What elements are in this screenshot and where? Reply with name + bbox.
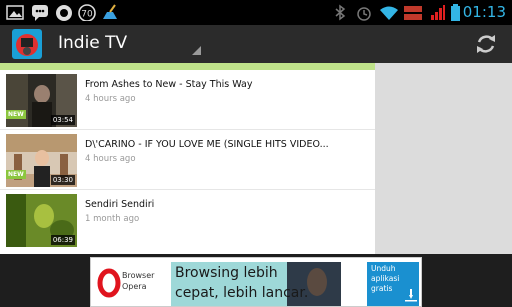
bbm-icon (32, 5, 48, 21)
ad-cta-line1: Unduh (371, 264, 396, 273)
video-thumbnail[interactable]: 06:39 (6, 194, 77, 247)
video-thumbnail[interactable]: NEW 03:54 (6, 74, 77, 127)
ad-cta-line3: gratis (371, 284, 393, 293)
list-header-bar (0, 63, 375, 70)
duration-label: 06:39 (50, 235, 75, 245)
ad-headline-line1: Browsing lebih (175, 265, 278, 281)
status-bar: 70 01:13 (0, 0, 512, 25)
video-time: 4 hours ago (85, 94, 136, 104)
list-item[interactable]: 06:39 Sendiri Sendiri 1 month ago (0, 190, 375, 250)
clock: 01:13 (462, 3, 506, 21)
video-title: D\'CARINO - IF YOU LOVE ME (SINGLE HITS … (85, 139, 329, 150)
ad-headline-line2: cepat, lebih lancar. (175, 285, 309, 301)
app-logo-icon[interactable] (12, 29, 42, 59)
video-thumbnail[interactable]: NEW 03:30 (6, 134, 77, 187)
refresh-icon[interactable] (474, 32, 498, 56)
video-title: From Ashes to New - Stay This Way (85, 79, 253, 90)
wifi-icon (380, 6, 398, 20)
ad-area: Browser Opera Browsing lebih cepat, lebi… (0, 254, 512, 307)
battery-icon (451, 4, 460, 21)
bluetooth-icon (335, 4, 346, 21)
app-title[interactable]: Indie TV (58, 33, 127, 53)
video-list: NEW 03:54 From Ashes to New - Stay This … (0, 63, 375, 254)
data-traffic-icon (404, 6, 422, 20)
dropdown-indicator-icon[interactable] (192, 46, 201, 55)
ad-cta-line2: aplikasi (371, 274, 400, 283)
list-item[interactable]: NEW 03:30 D\'CARINO - IF YOU LOVE ME (SI… (0, 130, 375, 190)
duration-label: 03:54 (50, 115, 75, 125)
video-title: Sendiri Sendiri (85, 199, 155, 210)
gallery-icon (6, 5, 24, 20)
signal-icon (431, 5, 445, 20)
new-badge: NEW (6, 170, 26, 179)
duration-label: 03:30 (50, 175, 75, 185)
ad-brand-line1: Browser (122, 271, 155, 280)
new-badge: NEW (6, 110, 26, 119)
alarm-icon (357, 7, 371, 21)
notif-badge: 70 (81, 10, 93, 20)
ad-banner[interactable]: Browser Opera Browsing lebih cepat, lebi… (90, 257, 422, 307)
ad-brand-line2: Opera (122, 282, 147, 291)
video-time: 1 month ago (85, 214, 140, 224)
main-content: NEW 03:54 From Ashes to New - Stay This … (0, 63, 512, 254)
action-bar: Indie TV (0, 25, 512, 63)
video-time: 4 hours ago (85, 154, 136, 164)
cleaner-icon (103, 4, 117, 19)
badge-counter-icon: 70 (78, 4, 96, 21)
list-item[interactable]: NEW 03:54 From Ashes to New - Stay This … (0, 70, 375, 130)
uc-browser-icon (56, 5, 72, 21)
